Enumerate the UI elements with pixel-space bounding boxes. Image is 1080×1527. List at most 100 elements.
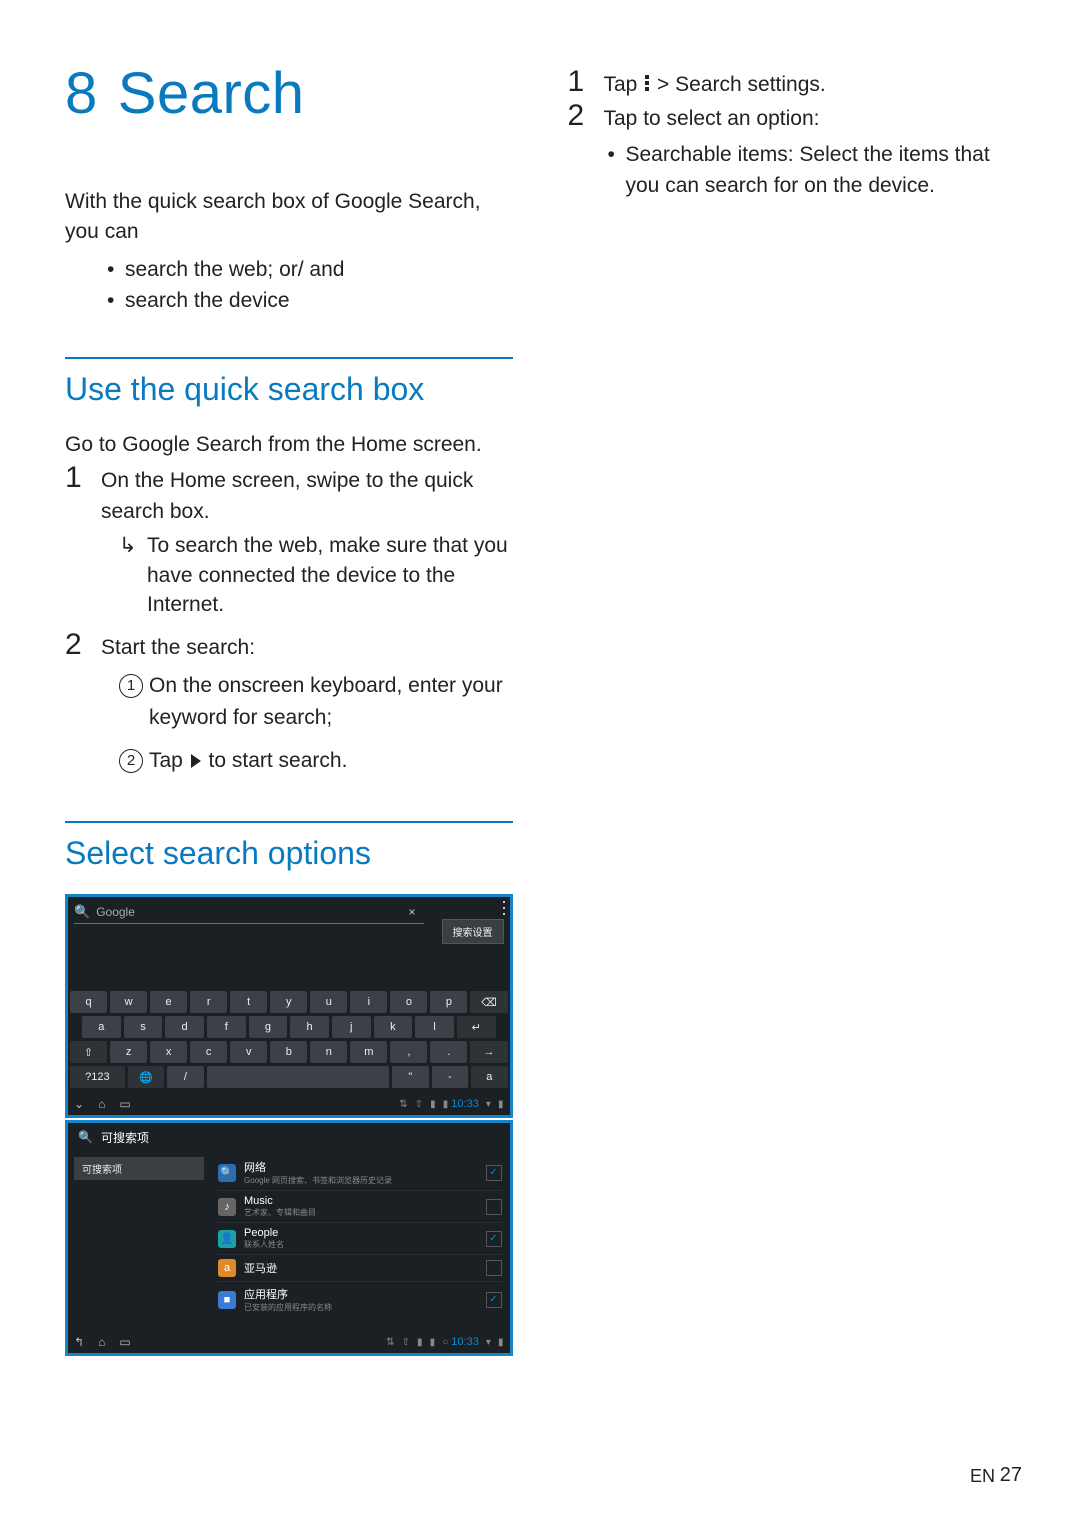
overflow-menu-icon[interactable]: [500, 899, 508, 917]
row-title: 网络: [244, 1159, 478, 1175]
list-item[interactable]: 🔍 网络Google 网页搜索、书签和浏览器历史记录 ✓: [218, 1155, 502, 1191]
key[interactable]: h: [290, 1016, 329, 1038]
key[interactable]: t: [230, 991, 267, 1013]
circled-text-pre: Tap: [149, 749, 189, 772]
nav-home-icon[interactable]: ⌂: [98, 1097, 105, 1111]
key[interactable]: p: [430, 991, 467, 1013]
checkbox-icon[interactable]: [486, 1199, 502, 1215]
circled-number-icon: 1: [119, 674, 143, 698]
row-sub: 已安装的应用程序的名称: [244, 1302, 478, 1313]
bullet-item: Searchable items: Select the items that …: [626, 139, 1016, 202]
key[interactable]: a: [471, 1066, 507, 1088]
step-text: Tap to select an option:: [604, 107, 820, 130]
key-backspace[interactable]: ⌫: [470, 991, 507, 1013]
key[interactable]: e: [150, 991, 187, 1013]
key[interactable]: u: [310, 991, 347, 1013]
key[interactable]: i: [350, 991, 387, 1013]
key[interactable]: w: [110, 991, 147, 1013]
key[interactable]: q: [70, 991, 107, 1013]
search-input[interactable]: 🔍 Google ×: [74, 901, 424, 924]
key[interactable]: k: [374, 1016, 413, 1038]
circled-item: 2 Tap to start search.: [119, 745, 513, 778]
key[interactable]: n: [310, 1041, 347, 1063]
key[interactable]: o: [390, 991, 427, 1013]
checkbox-icon[interactable]: ✓: [486, 1292, 502, 1308]
bullet-bold: Searchable items: [626, 143, 788, 166]
android-navbar: ↰ ⌂ ▭ ⇅ ⇧ ▮ ▮ ○ 10:33 ▾ ▮: [68, 1331, 510, 1353]
nav-back-icon[interactable]: ↰: [74, 1335, 84, 1349]
key[interactable]: v: [230, 1041, 267, 1063]
nav-recent-icon[interactable]: ▭: [119, 1097, 130, 1111]
list-item[interactable]: ♪ Music艺术家、专辑和曲目: [218, 1191, 502, 1223]
status-icon: ▮: [417, 1337, 423, 1348]
chapter-name: Search: [118, 61, 305, 126]
list-item[interactable]: ■ 应用程序已安装的应用程序的名称 ✓: [218, 1282, 502, 1317]
checkbox-icon[interactable]: [486, 1260, 502, 1276]
android-navbar: ⌄ ⌂ ▭ ⇅ ⇧ ▮ ▮ 10:33 ▾ ▮: [68, 1093, 510, 1115]
search-icon: 🔍: [78, 1130, 93, 1144]
key-go[interactable]: →: [470, 1041, 507, 1063]
list-item[interactable]: 👤 People联系人姓名 ✓: [218, 1223, 502, 1255]
key-enter[interactable]: ↵: [457, 1016, 496, 1038]
step-number: 1: [65, 463, 87, 629]
step-text: Start the search:: [101, 636, 255, 659]
key[interactable]: b: [270, 1041, 307, 1063]
key-shift[interactable]: ⇧: [70, 1041, 107, 1063]
key[interactable]: g: [249, 1016, 288, 1038]
play-icon: [191, 754, 201, 768]
nav-recent-icon[interactable]: ▭: [119, 1335, 130, 1349]
screenshot-keyboard: 🔍 Google × 搜索设置 q w e r t y u i o: [65, 894, 513, 1118]
circled-text-post: to start search.: [203, 749, 348, 772]
row-icon: ■: [218, 1291, 236, 1309]
sub-note: To search the web, make sure that you ha…: [119, 531, 513, 619]
key[interactable]: -: [432, 1066, 468, 1088]
sub-note-list: To search the web, make sure that you ha…: [101, 531, 513, 619]
status-icon: ○: [442, 1337, 448, 1348]
chapter-title: 8Search: [65, 60, 513, 127]
key[interactable]: d: [165, 1016, 204, 1038]
menu-item-search-settings[interactable]: 搜索设置: [442, 919, 504, 944]
settings-header: 🔍 可搜索项: [68, 1123, 510, 1151]
key-lang[interactable]: 🌐: [128, 1066, 164, 1088]
key[interactable]: l: [415, 1016, 454, 1038]
step-number: 1: [568, 67, 590, 100]
key-symbols[interactable]: ?123: [70, 1066, 125, 1088]
clear-icon[interactable]: ×: [408, 905, 415, 919]
key[interactable]: x: [150, 1041, 187, 1063]
section-divider: [65, 357, 513, 359]
key[interactable]: s: [124, 1016, 163, 1038]
key[interactable]: c: [190, 1041, 227, 1063]
wifi-icon: ⇧: [415, 1099, 423, 1110]
checkbox-icon[interactable]: ✓: [486, 1231, 502, 1247]
key[interactable]: f: [207, 1016, 246, 1038]
key[interactable]: m: [350, 1041, 387, 1063]
list-item[interactable]: a 亚马逊: [218, 1255, 502, 1282]
sidebar-item[interactable]: 可搜索项: [74, 1157, 204, 1180]
row-title: 亚马逊: [244, 1260, 478, 1276]
section-divider: [65, 821, 513, 823]
nav-down-icon[interactable]: ⌄: [74, 1097, 84, 1111]
key-space[interactable]: [207, 1066, 389, 1088]
key[interactable]: z: [110, 1041, 147, 1063]
numbered-steps-right: 1 Tap > Search settings. 2 Tap to select…: [568, 70, 1016, 202]
step-text: On the Home screen, swipe to the quick s…: [101, 469, 473, 522]
key[interactable]: j: [332, 1016, 371, 1038]
key[interactable]: ": [392, 1066, 428, 1088]
settings-sidebar: 可搜索项: [68, 1151, 210, 1301]
nav-home-icon[interactable]: ⌂: [98, 1335, 105, 1349]
search-icon: 🔍: [74, 904, 90, 920]
status-icon: ⇅: [386, 1337, 394, 1348]
key[interactable]: y: [270, 991, 307, 1013]
row-icon: 👤: [218, 1230, 236, 1248]
checkbox-icon[interactable]: ✓: [486, 1165, 502, 1181]
numbered-steps: 1 On the Home screen, swipe to the quick…: [65, 466, 513, 787]
step-post: .: [820, 73, 826, 96]
key[interactable]: .: [430, 1041, 467, 1063]
status-icon: ⇅: [399, 1099, 407, 1110]
step-mid: >: [651, 73, 675, 96]
key[interactable]: a: [82, 1016, 121, 1038]
key[interactable]: r: [190, 991, 227, 1013]
footer-page-number: 27: [1000, 1464, 1022, 1487]
key[interactable]: /: [167, 1066, 203, 1088]
key[interactable]: ,: [390, 1041, 427, 1063]
